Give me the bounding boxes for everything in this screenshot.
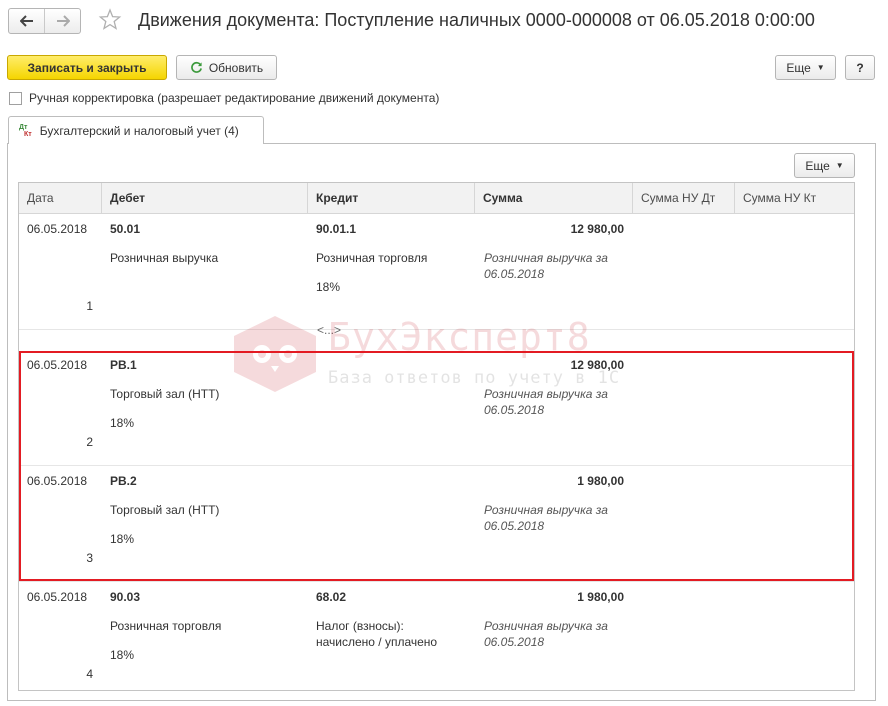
date-cell: 06.05.2018 bbox=[27, 222, 88, 236]
debit-subconto-1: Розничная выручка bbox=[110, 251, 219, 265]
entry-content-1: Розничная выручка за bbox=[484, 619, 608, 633]
table-row[interactable]: 06.05.2018 1 50.01 Розничная выручка 90.… bbox=[19, 215, 854, 330]
entry-content-2: 06.05.2018 bbox=[484, 403, 545, 417]
column-debit[interactable]: Дебет bbox=[102, 183, 308, 213]
debit-subconto-1: Розничная торговля bbox=[110, 619, 222, 633]
row-number: 2 bbox=[86, 435, 93, 449]
row-number: 1 bbox=[86, 299, 93, 313]
debit-subconto-2: 18% bbox=[110, 648, 135, 662]
debit-subconto-2: 18% bbox=[110, 416, 135, 430]
table-row[interactable]: 06.05.2018 2 РВ.1 Торговый зал (НТТ) 18%… bbox=[19, 351, 854, 466]
arrow-right-icon bbox=[56, 15, 70, 27]
manual-edit-label: Ручная корректировка (разрешает редактир… bbox=[29, 91, 440, 105]
credit-account: 90.01.1 bbox=[316, 222, 357, 236]
debit-subconto-2: 18% bbox=[110, 532, 135, 546]
forward-button[interactable] bbox=[44, 9, 80, 33]
debit-account: 90.03 bbox=[110, 590, 141, 604]
debit-account: РВ.1 bbox=[110, 358, 137, 372]
navigation-buttons bbox=[8, 8, 81, 34]
column-sum-nu-dt[interactable]: Сумма НУ Дт bbox=[633, 183, 735, 213]
help-button[interactable]: ? bbox=[845, 55, 875, 80]
window-title: Движения документа: Поступление наличных… bbox=[138, 10, 815, 30]
row-number: 4 bbox=[86, 667, 93, 681]
credit-subconto-1: Розничная торговля bbox=[316, 251, 428, 265]
refresh-button[interactable]: Обновить bbox=[176, 55, 277, 80]
debit-account: 50.01 bbox=[110, 222, 141, 236]
sum-value: 12 980,00 bbox=[570, 358, 624, 372]
manual-edit-checkbox-row[interactable]: Ручная корректировка (разрешает редактир… bbox=[9, 91, 439, 105]
table-more-button[interactable]: Еще ▼ bbox=[794, 153, 855, 178]
credit-subconto-1: Налог (взносы): bbox=[316, 619, 404, 633]
back-button[interactable] bbox=[9, 9, 44, 33]
star-icon[interactable] bbox=[98, 8, 122, 32]
row-number: 3 bbox=[86, 551, 93, 565]
table-more-label: Еще bbox=[805, 158, 830, 173]
date-cell: 06.05.2018 bbox=[27, 358, 88, 372]
refresh-icon bbox=[190, 61, 202, 73]
debit-subconto-1: Торговый зал (НТТ) bbox=[110, 387, 220, 401]
dt-kt-icon: Дт Кт bbox=[19, 123, 32, 138]
credit-subconto-2: 18% bbox=[316, 280, 341, 294]
sum-value: 1 980,00 bbox=[577, 474, 624, 488]
date-cell: 06.05.2018 bbox=[27, 474, 88, 488]
chevron-down-icon: ▼ bbox=[816, 63, 825, 72]
debit-account: РВ.2 bbox=[110, 474, 137, 488]
entry-content-2: 06.05.2018 bbox=[484, 267, 545, 281]
entry-content-1: Розничная выручка за bbox=[484, 503, 608, 517]
entries-table: Дата Дебет Кредит Сумма Сумма НУ Дт Сумм… bbox=[18, 182, 855, 691]
debit-subconto-1: Торговый зал (НТТ) bbox=[110, 503, 220, 517]
chevron-down-icon: ▼ bbox=[835, 161, 844, 170]
date-cell: 06.05.2018 bbox=[27, 590, 88, 604]
refresh-label: Обновить bbox=[208, 60, 264, 75]
column-credit[interactable]: Кредит bbox=[308, 183, 475, 213]
column-date[interactable]: Дата bbox=[19, 183, 102, 213]
column-sum[interactable]: Сумма bbox=[475, 183, 633, 213]
more-button[interactable]: Еще ▼ bbox=[775, 55, 836, 80]
credit-subconto-2: начислено / уплачено bbox=[316, 635, 438, 649]
placeholder-text: <...> bbox=[317, 323, 342, 337]
entry-content-1: Розничная выручка за bbox=[484, 387, 608, 401]
manual-edit-checkbox[interactable] bbox=[9, 91, 22, 105]
tab-label: Бухгалтерский и налоговый учет (4) bbox=[39, 123, 239, 138]
tab-accounting[interactable]: Дт Кт Бухгалтерский и налоговый учет (4) bbox=[8, 116, 264, 144]
entry-content-2: 06.05.2018 bbox=[484, 635, 545, 649]
entry-content-1: Розничная выручка за bbox=[484, 251, 608, 265]
sum-value: 1 980,00 bbox=[577, 590, 624, 604]
table-row[interactable]: 06.05.2018 4 90.03 Розничная торговля 18… bbox=[19, 583, 854, 690]
table-header: Дата Дебет Кредит Сумма Сумма НУ Дт Сумм… bbox=[19, 183, 854, 214]
entry-content-2: 06.05.2018 bbox=[484, 519, 545, 533]
sum-value: 12 980,00 bbox=[570, 222, 624, 236]
arrow-left-icon bbox=[19, 15, 33, 27]
credit-account: 68.02 bbox=[316, 590, 347, 604]
more-label: Еще bbox=[786, 60, 811, 75]
column-sum-nu-kt[interactable]: Сумма НУ Кт bbox=[735, 183, 854, 213]
table-row[interactable]: 06.05.2018 3 РВ.2 Торговый зал (НТТ) 18%… bbox=[19, 467, 854, 582]
save-and-close-button[interactable]: Записать и закрыть bbox=[7, 55, 167, 80]
